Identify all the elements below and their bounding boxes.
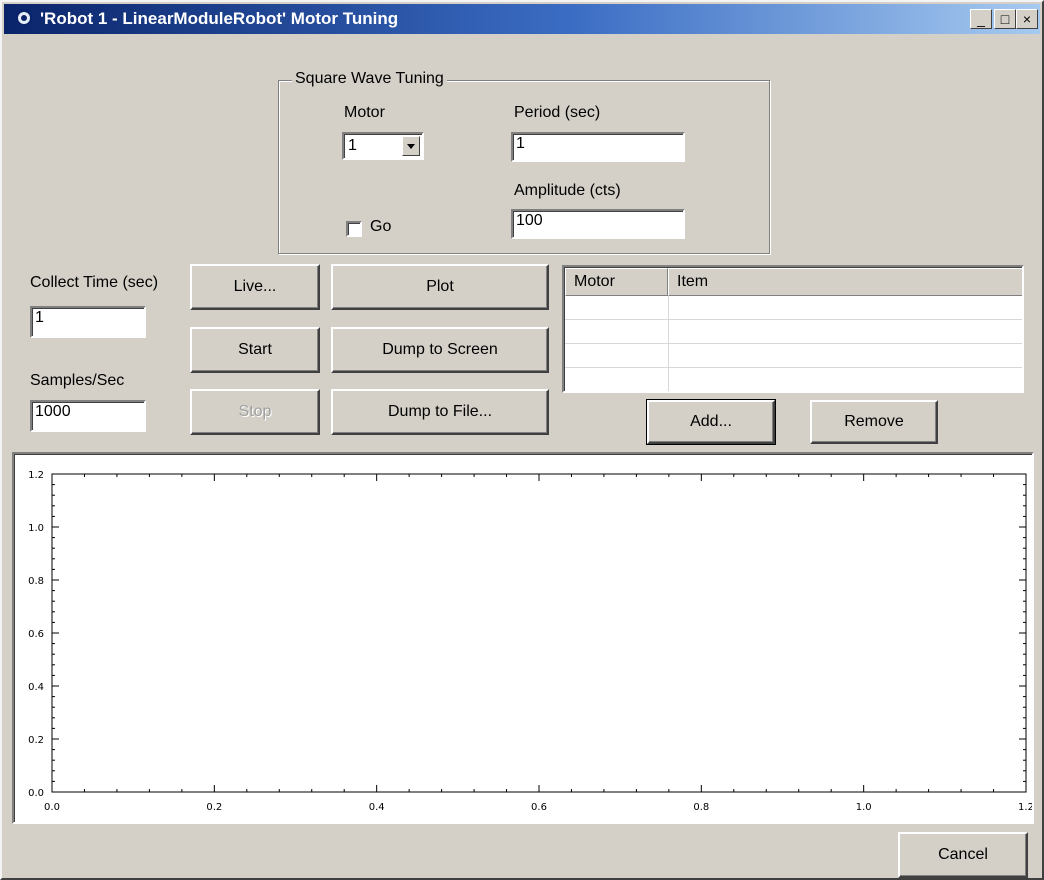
samples-field[interactable]: 1000 bbox=[30, 400, 146, 432]
y-tick-label: 0.6 bbox=[28, 629, 44, 640]
collect-time-field[interactable]: 1 bbox=[30, 306, 146, 338]
title-bar[interactable]: 'Robot 1 - LinearModuleRobot' Motor Tuni… bbox=[4, 4, 1040, 34]
x-tick-label: 0.8 bbox=[693, 802, 709, 813]
stop-button[interactable]: Stop bbox=[190, 389, 320, 435]
plot-button[interactable]: Plot bbox=[331, 264, 549, 310]
minimize-button[interactable]: _ bbox=[970, 9, 992, 29]
plot-area[interactable]: 0.0 0.2 0.4 0.6 0.8 1.0 1.2 0.0 0.2 0.4 0.6 0.8 1.0 1… bbox=[12, 452, 1034, 824]
grid-header-motor[interactable]: Motor bbox=[565, 268, 668, 296]
motor-select[interactable]: 1 bbox=[342, 132, 424, 160]
y-tick-label: 0.2 bbox=[28, 735, 44, 746]
y-tick-label: 1.0 bbox=[28, 523, 44, 534]
grid-row[interactable] bbox=[565, 320, 1022, 344]
maximize-button[interactable]: □ bbox=[994, 9, 1016, 29]
start-button[interactable]: Start bbox=[190, 327, 320, 373]
go-checkbox[interactable] bbox=[346, 221, 362, 237]
x-tick-label: 1.0 bbox=[856, 802, 872, 813]
chevron-down-icon[interactable] bbox=[402, 136, 420, 156]
plot-frame bbox=[51, 473, 1027, 793]
square-wave-group-title: Square Wave Tuning bbox=[292, 70, 447, 88]
dump-to-screen-button[interactable]: Dump to Screen bbox=[331, 327, 549, 373]
amplitude-field[interactable]: 100 bbox=[511, 209, 685, 239]
grid-row[interactable] bbox=[565, 368, 1022, 391]
samples-label: Samples/Sec bbox=[30, 372, 125, 389]
y-tick-label: 0.8 bbox=[28, 576, 44, 587]
grid-row[interactable] bbox=[565, 344, 1022, 368]
y-tick-label: 0.4 bbox=[28, 682, 44, 693]
plot-chart: 0.0 0.2 0.4 0.6 0.8 1.0 1.2 0.0 0.2 0.4 0.6 0.8 1.0 1… bbox=[28, 470, 1032, 813]
x-tick-label: 1.2 bbox=[1018, 802, 1032, 813]
grid-column-divider bbox=[668, 296, 669, 391]
remove-button[interactable]: Remove bbox=[810, 400, 938, 444]
live-button[interactable]: Live... bbox=[190, 264, 320, 310]
grid-row[interactable] bbox=[565, 296, 1022, 320]
grid-header-item[interactable]: Item bbox=[668, 268, 1022, 296]
x-tick-label: 0.6 bbox=[531, 802, 547, 813]
x-tick-label: 0.0 bbox=[44, 802, 60, 813]
close-button[interactable]: × bbox=[1016, 9, 1038, 29]
dump-to-file-button[interactable]: Dump to File... bbox=[331, 389, 549, 435]
go-label: Go bbox=[370, 218, 392, 235]
motor-label: Motor bbox=[344, 104, 385, 121]
app-icon bbox=[16, 10, 32, 26]
window-title: 'Robot 1 - LinearModuleRobot' Motor Tuni… bbox=[40, 9, 399, 28]
x-tick-label: 0.4 bbox=[369, 802, 385, 813]
motor-item-grid[interactable]: Motor Item bbox=[562, 265, 1024, 393]
motor-select-value: 1 bbox=[348, 137, 357, 154]
period-field[interactable]: 1 bbox=[511, 132, 685, 162]
y-tick-label: 1.2 bbox=[28, 470, 44, 481]
collect-time-label: Collect Time (sec) bbox=[30, 274, 159, 291]
period-label: Period (sec) bbox=[514, 104, 601, 121]
x-tick-label: 0.2 bbox=[206, 802, 222, 813]
amplitude-label: Amplitude (cts) bbox=[514, 182, 621, 199]
add-button[interactable]: Add... bbox=[646, 399, 776, 445]
motor-tuning-window: 'Robot 1 - LinearModuleRobot' Motor Tuni… bbox=[0, 0, 1044, 880]
cancel-button[interactable]: Cancel bbox=[898, 832, 1028, 878]
y-tick-label: 0.0 bbox=[28, 788, 44, 799]
